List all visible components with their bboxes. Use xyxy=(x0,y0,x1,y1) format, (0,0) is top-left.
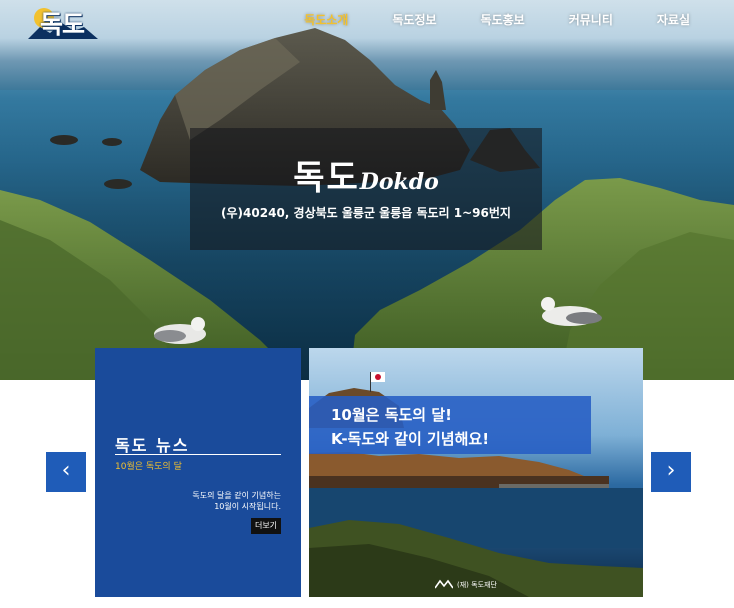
nav-item-intro[interactable]: 독도소개 xyxy=(304,10,348,32)
chevron-left-icon: ‹ xyxy=(61,458,71,483)
hero-address: (우)40240, 경상북도 울릉군 울릉읍 독도리 1~96번지 xyxy=(221,206,511,220)
hero-title-korean: 독도 xyxy=(293,158,360,198)
nav-item-promo[interactable]: 독도홍보 xyxy=(481,10,525,32)
next-slide-button[interactable]: › xyxy=(651,452,691,492)
logo[interactable]: 독도 xyxy=(26,5,100,39)
nav-item-community[interactable]: 커뮤니티 xyxy=(569,10,613,32)
news-heading: 독도 뉴스 xyxy=(115,436,190,455)
banner-headline-1: 10월은 독도의 달! xyxy=(331,406,452,424)
more-button[interactable]: 더보기 xyxy=(251,518,281,534)
promo-banner[interactable]: 10월은 독도의 달! K-독도와 같이 기념해요! (재) 독도재단 xyxy=(309,348,643,597)
hero-title: 독도Dokdo xyxy=(190,150,542,199)
news-description-line-1: 독도의 달을 같이 기념하는 xyxy=(192,491,281,500)
banner-footer: (재) 독도재단 xyxy=(457,581,497,589)
main-nav: 독도소개 독도정보 독도홍보 커뮤니티 자료실 xyxy=(304,10,734,32)
hero-section: 독도 독도소개 독도정보 독도홍보 커뮤니티 자료실 독도Dokdo (우)40… xyxy=(0,0,734,380)
logo-text: 독도 xyxy=(40,10,85,39)
chevron-right-icon: › xyxy=(666,458,676,483)
banner-headline-2: K-독도와 같이 기념해요! xyxy=(331,430,490,448)
banner-photo xyxy=(309,348,643,597)
prev-slide-button[interactable]: ‹ xyxy=(46,452,86,492)
foundation-logo-icon xyxy=(435,579,453,589)
news-subtitle: 10월은 독도의 달 xyxy=(115,462,182,472)
news-divider xyxy=(115,454,281,455)
nav-item-info[interactable]: 독도정보 xyxy=(392,10,436,32)
nav-item-archive[interactable]: 자료실 xyxy=(657,10,690,32)
news-description: 독도의 달을 같이 기념하는 10월이 시작됩니다. xyxy=(131,490,281,512)
news-card: 독도 뉴스 10월은 독도의 달 독도의 달을 같이 기념하는 10월이 시작됩… xyxy=(95,348,301,597)
news-description-line-2: 10월이 시작됩니다. xyxy=(214,502,281,511)
hero-title-box: 독도Dokdo (우)40240, 경상북도 울릉군 울릉읍 독도리 1~96번… xyxy=(190,128,542,250)
hero-title-english: Dokdo xyxy=(359,169,439,195)
